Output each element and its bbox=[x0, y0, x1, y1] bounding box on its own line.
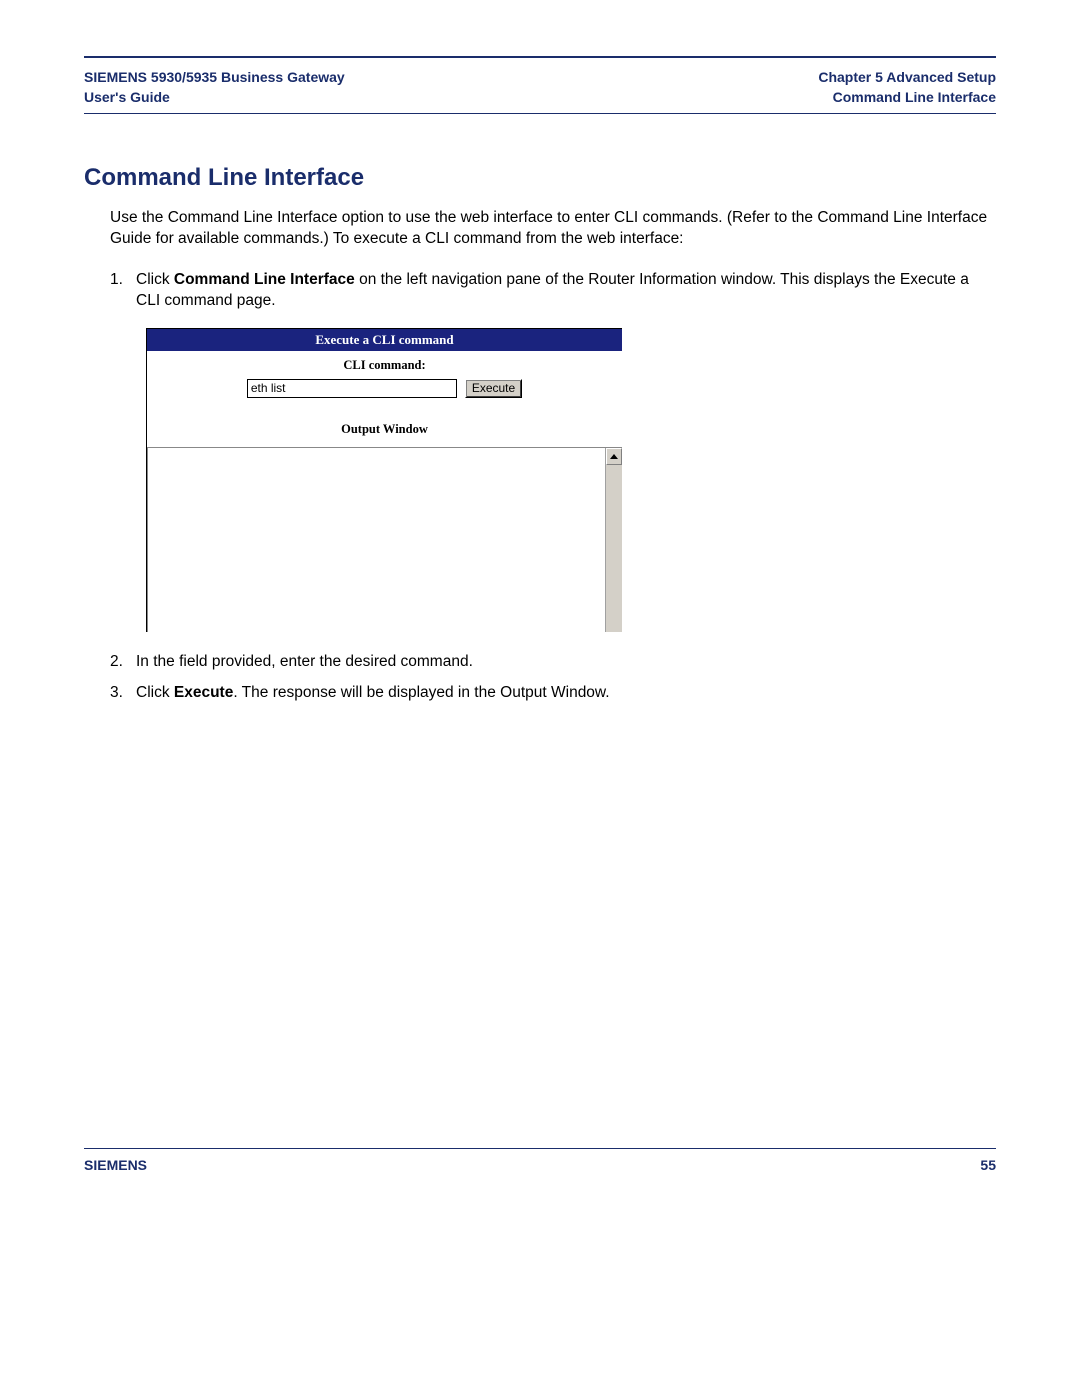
cli-panel-title: Execute a CLI command bbox=[147, 329, 622, 351]
header-doc-subtitle: User's Guide bbox=[84, 88, 345, 108]
step-text: In the field provided, enter the desired… bbox=[136, 652, 996, 673]
step-text: Click bbox=[136, 684, 174, 701]
cli-field-label: CLI command: bbox=[147, 351, 622, 379]
output-window bbox=[147, 447, 622, 632]
step-bold: Command Line Interface bbox=[174, 271, 355, 288]
step-number: 3. bbox=[110, 683, 136, 704]
step-bold: Execute bbox=[174, 684, 233, 701]
page-footer: SIEMENS 55 bbox=[84, 1148, 996, 1173]
page-header: SIEMENS 5930/5935 Business Gateway User'… bbox=[84, 58, 996, 113]
cli-screenshot: Execute a CLI command CLI command: Execu… bbox=[146, 328, 622, 632]
output-window-label: Output Window bbox=[147, 420, 622, 447]
section-heading: Command Line Interface bbox=[84, 164, 996, 192]
footer-brand: SIEMENS bbox=[84, 1157, 147, 1173]
header-doc-title: SIEMENS 5930/5935 Business Gateway bbox=[84, 68, 345, 88]
output-textarea[interactable] bbox=[147, 448, 605, 632]
header-section: Command Line Interface bbox=[818, 88, 996, 108]
step-number: 1. bbox=[110, 270, 136, 312]
steps-list-cont: 2. In the field provided, enter the desi… bbox=[110, 652, 996, 704]
scroll-up-icon[interactable] bbox=[606, 448, 622, 465]
step-2: 2. In the field provided, enter the desi… bbox=[110, 652, 996, 673]
header-chapter: Chapter 5 Advanced Setup bbox=[818, 68, 996, 88]
step-number: 2. bbox=[110, 652, 136, 673]
execute-button[interactable]: Execute bbox=[465, 379, 522, 398]
footer-page-number: 55 bbox=[980, 1157, 996, 1173]
step-text: . The response will be displayed in the … bbox=[233, 684, 609, 701]
scrollbar[interactable] bbox=[605, 448, 622, 632]
cli-command-input[interactable] bbox=[247, 379, 457, 398]
intro-paragraph: Use the Command Line Interface option to… bbox=[110, 208, 996, 250]
step-3: 3. Click Execute. The response will be d… bbox=[110, 683, 996, 704]
step-1: 1. Click Command Line Interface on the l… bbox=[110, 270, 996, 312]
steps-list: 1. Click Command Line Interface on the l… bbox=[110, 270, 996, 312]
step-text: Click bbox=[136, 271, 174, 288]
